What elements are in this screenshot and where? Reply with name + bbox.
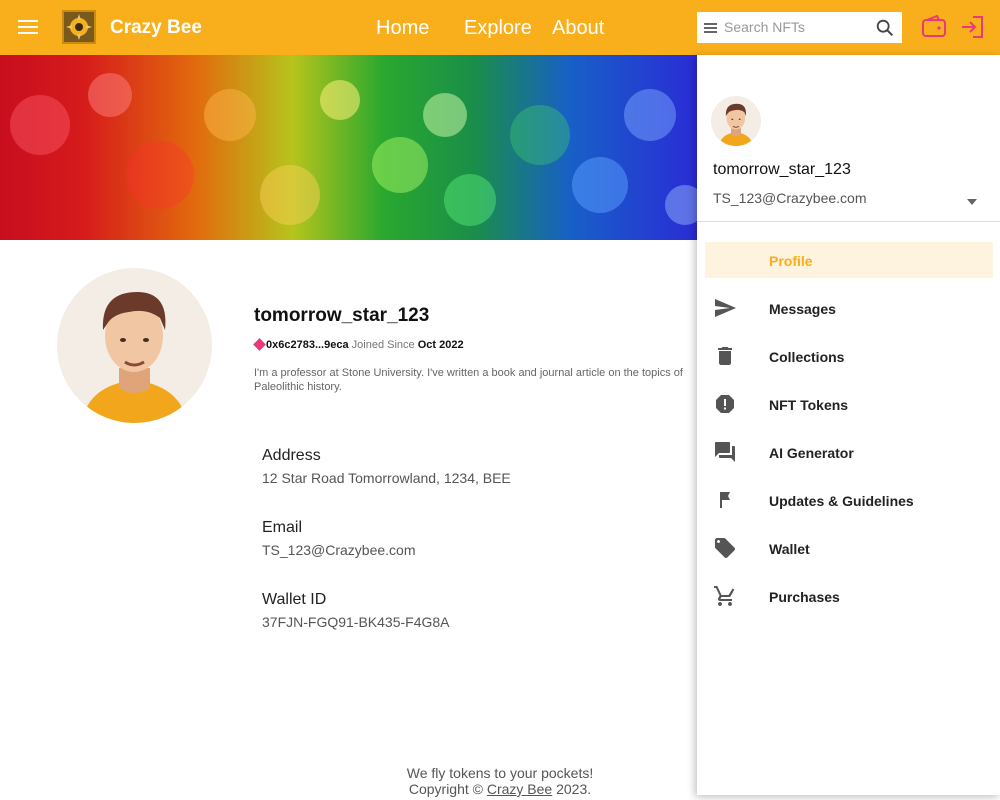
wallet-id-value: 37FJN-FGQ91-BK435-F4G8A: [262, 614, 450, 630]
chat-icon: [715, 442, 735, 462]
drawer-item-ai-generator[interactable]: AI Generator: [705, 434, 993, 470]
drawer-divider: [697, 221, 1000, 222]
drawer-item-collections[interactable]: Collections: [705, 338, 993, 374]
drawer-item-purchases[interactable]: Purchases: [705, 578, 993, 614]
drawer-username: tomorrow_star_123: [713, 161, 851, 178]
nav-home[interactable]: Home: [376, 17, 429, 40]
ethereum-gem-icon: [253, 338, 266, 351]
drawer-item-label: AI Generator: [769, 445, 854, 461]
drawer-item-label: NFT Tokens: [769, 397, 849, 413]
drawer-email: TS_123@Crazybee.com: [713, 190, 867, 206]
drawer-item-updates-guidelines[interactable]: Updates & Guidelines: [705, 482, 993, 518]
drawer-item-label: Collections: [769, 349, 845, 365]
address-label: Address: [262, 447, 321, 464]
drawer-item-label: Wallet: [769, 541, 810, 557]
drawer-item-label: Updates & Guidelines: [769, 493, 914, 509]
wallet-id-label: Wallet ID: [262, 591, 327, 608]
profile-username: tomorrow_star_123: [254, 305, 430, 326]
account-dropdown-icon[interactable]: [967, 199, 977, 205]
address-value: 12 Star Road Tomorrowland, 1234, BEE: [262, 470, 511, 486]
top-app-bar: Crazy Bee Home Explore About: [0, 0, 1000, 55]
cart-icon: [714, 586, 735, 606]
login-icon[interactable]: [959, 13, 987, 41]
copyright-prefix: Copyright ©: [408, 781, 483, 797]
drawer-avatar: [711, 96, 761, 146]
copyright-year: 2023.: [556, 781, 592, 797]
trash-icon: [718, 347, 732, 365]
drawer-item-profile[interactable]: Profile: [705, 242, 993, 278]
footer-brand-link[interactable]: Crazy Bee: [487, 781, 552, 797]
nav-explore[interactable]: Explore: [464, 17, 532, 40]
profile-banner-image: [0, 55, 697, 240]
drawer-item-label: Purchases: [769, 589, 840, 605]
drawer-item-nft-tokens[interactable]: NFT Tokens: [705, 386, 993, 422]
joined-label: Joined Since: [351, 339, 415, 351]
user-menu-drawer: tomorrow_star_123 TS_123@Crazybee.com Pr…: [697, 55, 1000, 795]
email-label: Email: [262, 519, 303, 536]
brand-logo[interactable]: [62, 10, 96, 44]
nav-about[interactable]: About: [552, 17, 604, 40]
search-icon[interactable]: [874, 17, 896, 39]
drawer-menu: Profile Messages Collections NFT Tokens …: [705, 242, 993, 626]
email-value: TS_123@Crazybee.com: [262, 542, 416, 558]
menu-icon[interactable]: [16, 17, 40, 39]
joined-date: Oct 2022: [417, 339, 464, 351]
send-icon: [715, 299, 736, 317]
tag-icon: [715, 538, 735, 558]
wallet-icon[interactable]: [921, 14, 947, 40]
wallet-summary: 0x6c2783...9eca Joined Since Oct 2022: [253, 338, 464, 351]
drawer-item-label: Profile: [769, 253, 813, 269]
profile-bio: I'm a professor at Stone University. I'v…: [254, 367, 683, 393]
drawer-item-wallet[interactable]: Wallet: [705, 530, 993, 566]
flag-icon: [720, 492, 730, 508]
brand-name[interactable]: Crazy Bee: [110, 17, 202, 39]
search-input[interactable]: [724, 17, 864, 37]
wallet-address-short[interactable]: 0x6c2783...9eca: [266, 339, 349, 351]
filter-lines-icon: [704, 23, 717, 35]
drawer-item-messages[interactable]: Messages: [705, 290, 993, 326]
profile-avatar: [57, 268, 212, 423]
drawer-item-label: Messages: [769, 301, 836, 317]
search-bar: [697, 12, 902, 43]
alert-icon: [716, 395, 734, 413]
